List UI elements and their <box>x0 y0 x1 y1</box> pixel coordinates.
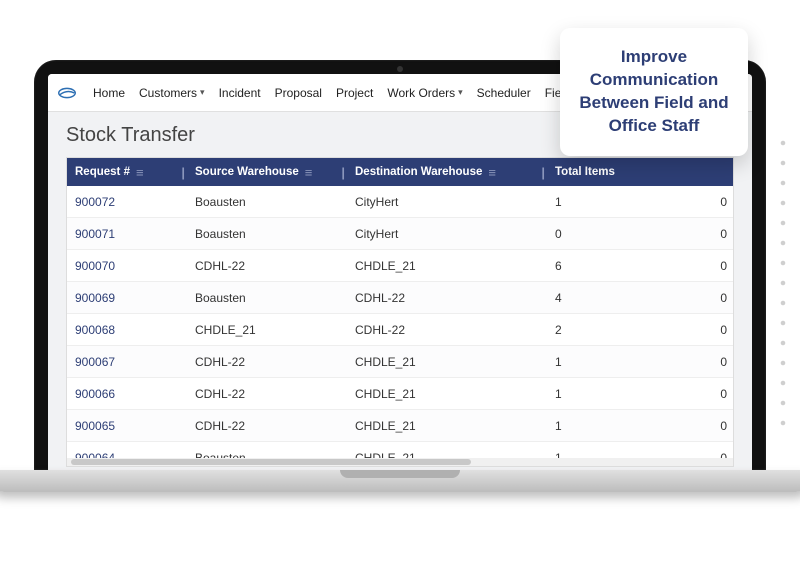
cell-request-link[interactable]: 900069 <box>67 291 187 305</box>
laptop-base <box>0 470 800 492</box>
cell-extra: 0 <box>677 227 733 241</box>
cell-source: CDHL-22 <box>187 387 347 401</box>
nav-label: Proposal <box>275 86 322 100</box>
cell-destination: CityHert <box>347 195 547 209</box>
cell-request-link[interactable]: 900065 <box>67 419 187 433</box>
table-row[interactable]: 900070CDHL-22CHDLE_2160 <box>67 250 733 282</box>
cell-source: CDHL-22 <box>187 419 347 433</box>
chevron-down-icon: ▾ <box>200 87 205 98</box>
nav-label: Work Orders <box>387 86 455 100</box>
horizontal-scrollbar[interactable] <box>67 458 733 466</box>
cell-total: 1 <box>547 387 677 401</box>
cell-destination: CityHert <box>347 227 547 241</box>
promo-text: Improve Communication Between Field and … <box>579 47 728 135</box>
nav-label: Scheduler <box>477 86 531 100</box>
cell-extra: 0 <box>677 355 733 369</box>
nav-label: Customers <box>139 86 197 100</box>
column-header-destination[interactable]: Destination Warehouse ≡ | <box>347 158 547 186</box>
nav-item-customers[interactable]: Customers▾ <box>132 82 212 104</box>
cell-source: Boausten <box>187 291 347 305</box>
column-menu-icon[interactable]: ≡ <box>130 165 144 180</box>
nav-item-scheduler[interactable]: Scheduler <box>470 82 538 104</box>
cell-extra: 0 <box>677 323 733 337</box>
cell-total: 4 <box>547 291 677 305</box>
cell-extra: 0 <box>677 419 733 433</box>
table-row[interactable]: 900066CDHL-22CHDLE_2110 <box>67 378 733 410</box>
cell-total: 2 <box>547 323 677 337</box>
table-row[interactable]: 900068CHDLE_21CDHL-2220 <box>67 314 733 346</box>
cell-source: Boausten <box>187 195 347 209</box>
column-header-request[interactable]: Request # ≡ | <box>67 158 187 186</box>
table-row[interactable]: 900072BoaustenCityHert10 <box>67 186 733 218</box>
cell-total: 1 <box>547 355 677 369</box>
nav-item-home[interactable]: Home <box>86 82 132 104</box>
nav-item-work-orders[interactable]: Work Orders▾ <box>380 82 469 104</box>
cell-request-link[interactable]: 900072 <box>67 195 187 209</box>
cell-destination: CDHL-22 <box>347 323 547 337</box>
cell-total: 1 <box>547 419 677 433</box>
chevron-down-icon: ▾ <box>458 87 463 98</box>
cell-source: CHDLE_21 <box>187 323 347 337</box>
nav-label: Incident <box>219 86 261 100</box>
cell-source: CDHL-22 <box>187 355 347 369</box>
cell-destination: CHDLE_21 <box>347 355 547 369</box>
table-body: 900072BoaustenCityHert10900071BoaustenCi… <box>67 186 733 467</box>
camera-dot <box>397 66 403 72</box>
cell-total: 1 <box>547 195 677 209</box>
cell-request-link[interactable]: 900066 <box>67 387 187 401</box>
nav-item-project[interactable]: Project <box>329 82 380 104</box>
cell-request-link[interactable]: 900068 <box>67 323 187 337</box>
column-header-extra[interactable] <box>677 158 733 186</box>
app-logo-icon[interactable] <box>56 82 78 104</box>
cell-extra: 0 <box>677 259 733 273</box>
table-row[interactable]: 900069BoaustenCDHL-2240 <box>67 282 733 314</box>
cell-destination: CHDLE_21 <box>347 387 547 401</box>
cell-total: 0 <box>547 227 677 241</box>
column-menu-icon[interactable]: ≡ <box>482 165 496 180</box>
cell-request-link[interactable]: 900067 <box>67 355 187 369</box>
column-menu-icon[interactable]: ≡ <box>299 165 313 180</box>
table-row[interactable]: 900065CDHL-22CHDLE_2110 <box>67 410 733 442</box>
cell-request-link[interactable]: 900070 <box>67 259 187 273</box>
cell-source: Boausten <box>187 227 347 241</box>
nav-item-proposal[interactable]: Proposal <box>268 82 329 104</box>
nav-label: Project <box>336 86 373 100</box>
cell-destination: CDHL-22 <box>347 291 547 305</box>
column-header-source[interactable]: Source Warehouse ≡ | <box>187 158 347 186</box>
nav-item-incident[interactable]: Incident <box>212 82 268 104</box>
table-row[interactable]: 900067CDHL-22CHDLE_2110 <box>67 346 733 378</box>
cell-request-link[interactable]: 900071 <box>67 227 187 241</box>
cell-source: CDHL-22 <box>187 259 347 273</box>
cell-destination: CHDLE_21 <box>347 259 547 273</box>
column-header-total[interactable]: Total Items <box>547 158 677 186</box>
cell-extra: 0 <box>677 195 733 209</box>
cell-destination: CHDLE_21 <box>347 419 547 433</box>
table-header-row: Request # ≡ | Source Warehouse ≡ | Desti… <box>67 158 733 186</box>
nav-label: Home <box>93 86 125 100</box>
stock-transfer-table: Request # ≡ | Source Warehouse ≡ | Desti… <box>66 157 734 467</box>
table-row[interactable]: 900071BoaustenCityHert00 <box>67 218 733 250</box>
cell-extra: 0 <box>677 291 733 305</box>
cell-total: 6 <box>547 259 677 273</box>
cell-extra: 0 <box>677 387 733 401</box>
promo-callout: Improve Communication Between Field and … <box>560 28 748 156</box>
